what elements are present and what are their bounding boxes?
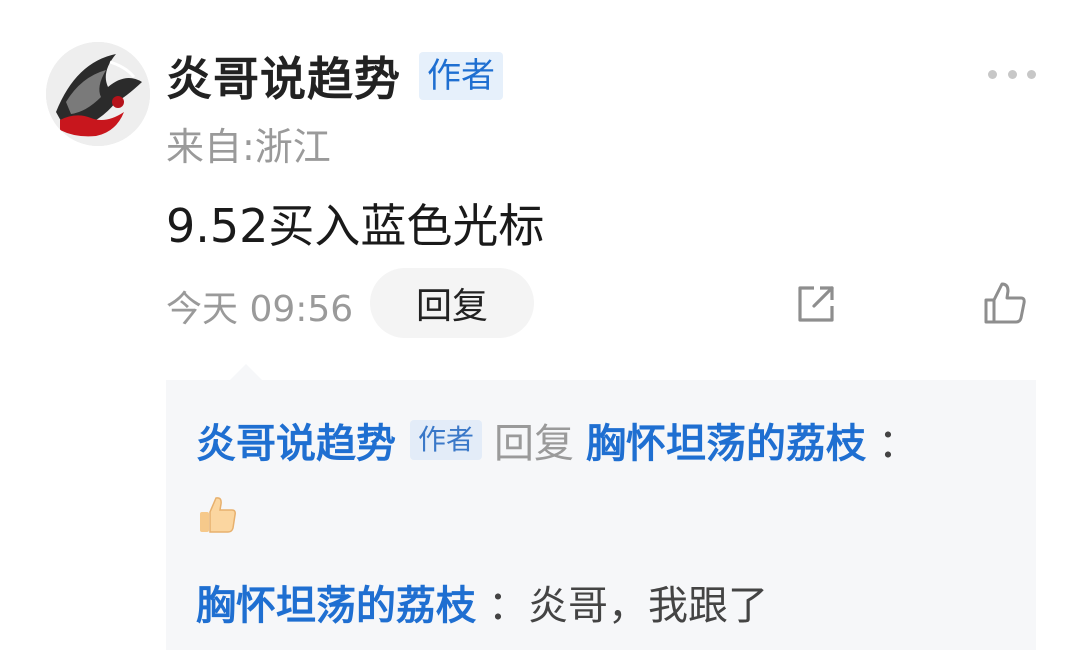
replies-panel: 炎哥说趋势 作者 回复 胸怀坦荡的荔枝 ： 胸怀坦荡的荔枝 ： 炎哥，我跟了	[166, 364, 1036, 650]
more-options-button[interactable]	[988, 60, 1036, 88]
reply-author-badge: 作者	[410, 420, 483, 460]
location-label: 来自:浙江	[166, 125, 331, 169]
more-dot-icon	[1027, 69, 1036, 79]
reply-button[interactable]: 回复	[370, 268, 534, 338]
comment-card: 炎哥说趋势 作者 来自:浙江 9.52买入蓝色光标 今天 09:56 回复 炎哥…	[0, 0, 1080, 650]
author-name[interactable]: 炎哥说趋势	[166, 43, 401, 109]
reply-target-name[interactable]: 胸怀坦荡的荔枝	[586, 411, 866, 469]
share-icon[interactable]	[792, 280, 840, 328]
timestamp: 今天 09:56	[166, 289, 354, 330]
reply-colon: ：	[488, 583, 528, 629]
author-row: 炎哥说趋势 作者	[166, 46, 503, 106]
reply-colon: ：	[878, 421, 919, 467]
reply-author-name[interactable]: 胸怀坦荡的荔枝	[196, 573, 476, 631]
reply-entry: 胸怀坦荡的荔枝 ： 炎哥，我跟了	[196, 572, 768, 632]
comment-content: 9.52买入蓝色光标	[166, 199, 545, 253]
reply-action-label: 回复	[494, 421, 575, 467]
reply-author-name[interactable]: 炎哥说趋势	[196, 411, 396, 469]
thumbs-up-emoji-icon	[200, 497, 236, 533]
avatar-image	[46, 42, 150, 146]
more-dot-icon	[1007, 69, 1017, 79]
reply-header: 炎哥说趋势 作者 回复 胸怀坦荡的荔枝 ：	[196, 410, 918, 470]
reply-emoji-line	[196, 485, 240, 543]
author-badge: 作者	[419, 52, 503, 100]
avatar[interactable]	[46, 42, 150, 146]
more-dot-icon	[988, 69, 997, 79]
thumbs-up-icon[interactable]	[980, 278, 1030, 328]
reply-text: 炎哥，我跟了	[528, 583, 768, 629]
